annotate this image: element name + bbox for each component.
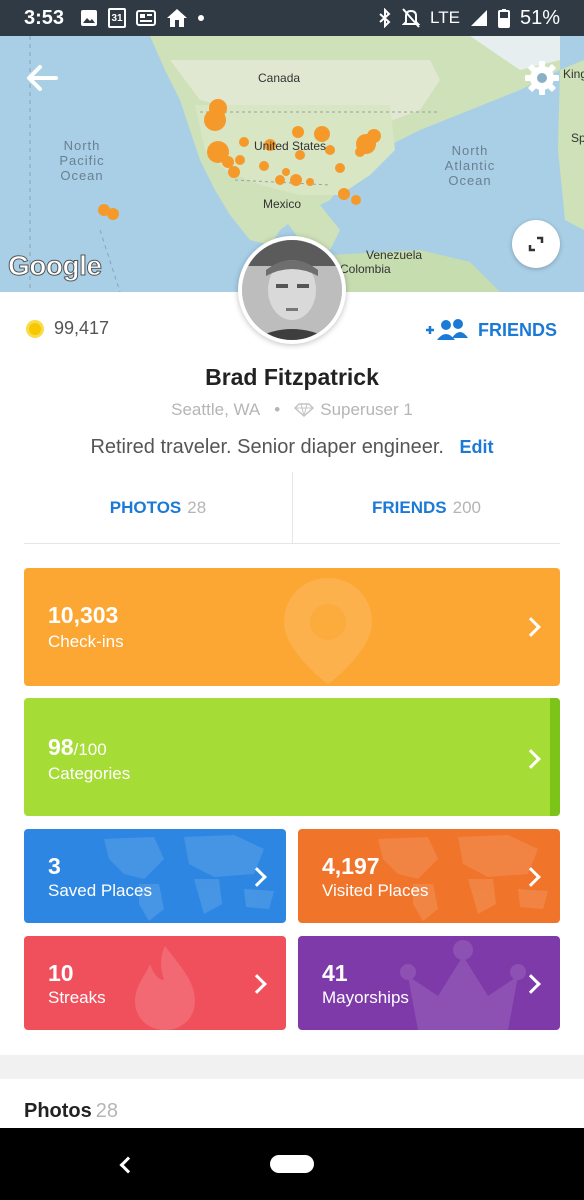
tab-friends[interactable]: FRIENDS 200: [292, 472, 560, 543]
visited-places-label: Visited Places: [322, 881, 429, 900]
map-label-canada: Canada: [258, 71, 301, 85]
image-icon: [80, 9, 98, 27]
categories-progress-edge: [550, 698, 560, 816]
coin-balance: 99,417: [26, 318, 109, 339]
avatar[interactable]: [238, 236, 346, 344]
status-time: 3:53: [24, 6, 65, 29]
categories-label: Categories: [48, 764, 131, 783]
photos-section-title: Photos 28: [24, 1100, 119, 1122]
streaks-card[interactable]: 10 Streaks: [24, 936, 286, 1030]
tab-friends-count: 200: [452, 497, 481, 517]
superuser-label: Superuser 1: [320, 400, 413, 419]
checkins-card[interactable]: 10,303 Check-ins: [24, 568, 560, 686]
coin-count: 99,417: [54, 318, 110, 338]
saved-places-card[interactable]: 3 Saved Places: [24, 829, 286, 923]
profile-meta: Seattle, WA • Superuser 1: [0, 400, 584, 420]
map-label-sp: Sp: [571, 131, 584, 145]
mayorships-card[interactable]: 41 Mayorships: [298, 936, 560, 1030]
visited-places-card[interactable]: 4,197 Visited Places: [298, 829, 560, 923]
photos-section-count: 28: [95, 1100, 119, 1122]
map-label-united-states: United States: [254, 139, 327, 153]
tab-photos-count: 28: [187, 497, 207, 517]
section-divider: [0, 1055, 584, 1079]
checkins-value: 10,303: [48, 602, 119, 628]
signal-icon: [470, 9, 488, 27]
superuser-badge: Superuser 1: [294, 400, 413, 420]
mayorships-label: Mayorships: [322, 988, 409, 1007]
saved-places-label: Saved Places: [48, 881, 152, 900]
streaks-value: 10: [48, 960, 74, 986]
friends-button[interactable]: FRIENDS: [424, 318, 557, 342]
dot-icon: [198, 15, 205, 21]
calendar-icon: 31: [108, 8, 127, 28]
arrow-left-icon: [27, 65, 58, 91]
tab-photos-label: PHOTOS: [109, 497, 182, 517]
tab-friends-label: FRIENDS: [372, 497, 447, 517]
avatar-photo: [242, 240, 342, 340]
streaks-label: Streaks: [48, 988, 106, 1007]
ocean-label-north-atlantic: North Atlantic Ocean: [444, 143, 496, 188]
battery-icon: [497, 8, 510, 28]
status-bar: 3:53 31 LTE 51%: [0, 0, 584, 36]
map-label-venezuela: Venezuela: [366, 248, 423, 262]
chevron-right-icon: [521, 617, 541, 637]
tab-photos[interactable]: PHOTOS 28: [24, 472, 292, 543]
bluetooth-icon: [378, 8, 392, 28]
categories-card[interactable]: 98/100 Categories: [24, 698, 560, 816]
map-label-colombia: Colombia: [340, 262, 391, 276]
crown-icon: [400, 940, 526, 1030]
gear-icon: [525, 61, 559, 95]
news-icon: [136, 10, 157, 26]
back-button[interactable]: [24, 60, 60, 96]
profile-bio-text: Retired traveler. Senior diaper engineer…: [90, 436, 444, 458]
network-label: LTE: [430, 8, 460, 27]
meta-separator: •: [274, 400, 281, 419]
profile-location: Seattle, WA: [171, 400, 261, 419]
nav-home-button[interactable]: [270, 1155, 314, 1173]
battery-percent: 51%: [519, 6, 560, 29]
home-icon: [166, 8, 188, 28]
profile-tabs: PHOTOS 28 FRIENDS 200: [24, 472, 560, 544]
google-logo: Google: [7, 250, 102, 282]
categories-value: 98/100: [48, 734, 107, 760]
chevron-right-icon: [521, 749, 541, 769]
coin-icon: [26, 319, 44, 338]
ocean-label-north-pacific: North Pacific Ocean: [59, 138, 105, 183]
map-label-king: King: [563, 67, 584, 81]
visited-places-value: 4,197: [322, 853, 380, 879]
profile-name: Brad Fitzpatrick: [205, 364, 379, 390]
map-label-mexico: Mexico: [263, 197, 302, 211]
map-pin-icon: [284, 578, 372, 684]
checkins-label: Check-ins: [48, 632, 124, 651]
mayorships-value: 41: [322, 960, 348, 986]
flame-icon: [135, 946, 195, 1030]
superuser-icon: [294, 403, 315, 417]
friends-button-label: FRIENDS: [478, 319, 558, 340]
chevron-right-icon: [247, 974, 267, 994]
expand-icon: [528, 236, 544, 252]
mute-icon: [402, 8, 421, 28]
settings-button[interactable]: [522, 58, 562, 98]
saved-places-value: 3: [48, 853, 61, 879]
add-friends-icon: [426, 319, 468, 340]
expand-map-button[interactable]: [512, 220, 560, 268]
edit-bio-button[interactable]: Edit: [460, 437, 494, 457]
profile-bio: Retired traveler. Senior diaper engineer…: [0, 436, 584, 459]
